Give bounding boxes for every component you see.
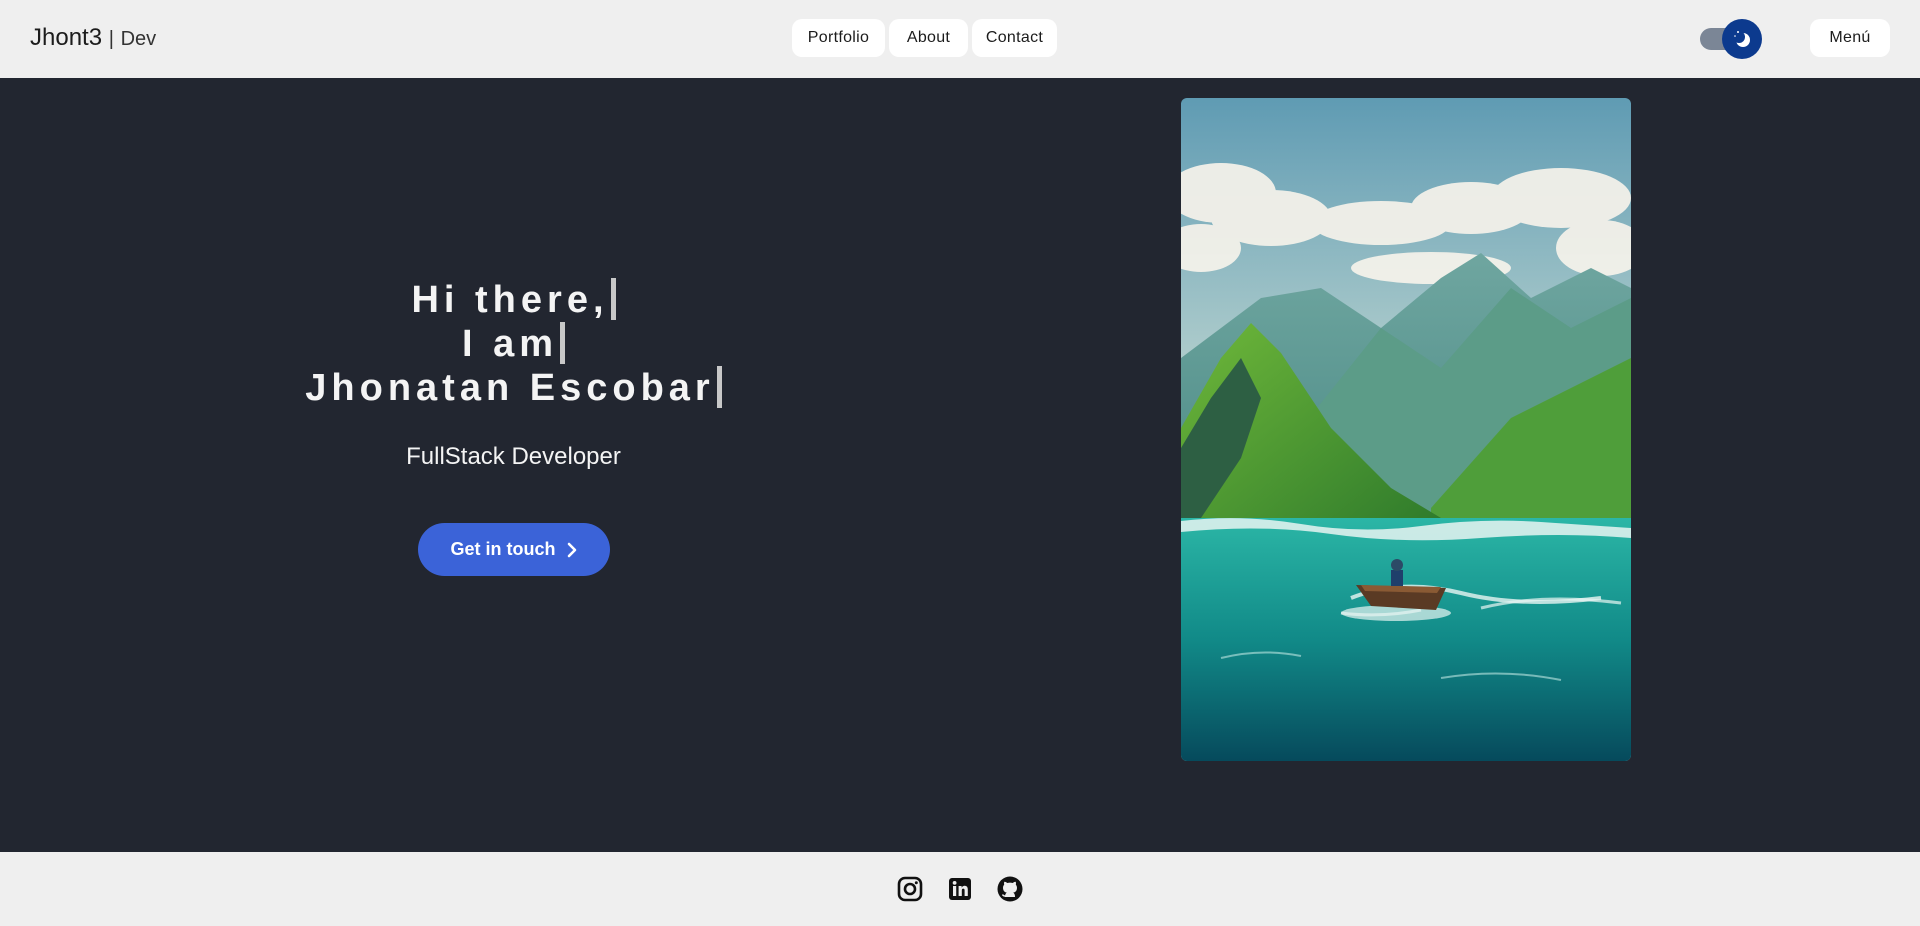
instagram-icon xyxy=(897,876,923,902)
brand-separator: | xyxy=(108,28,114,50)
theme-toggle[interactable] xyxy=(1700,19,1764,59)
greeting-text-3: Jhonatan Escobar xyxy=(305,367,715,409)
nav-portfolio-button[interactable]: Portfolio xyxy=(792,19,885,57)
typing-caret xyxy=(610,277,616,320)
cta-label: Get in touch xyxy=(450,539,556,559)
greeting-text-1: Hi there, xyxy=(411,279,609,321)
github-link[interactable] xyxy=(996,875,1024,903)
greeting-text-2: I am xyxy=(461,323,559,365)
brand-logo[interactable]: Jhont3 | Dev xyxy=(30,24,156,52)
moon-icon xyxy=(1733,31,1750,47)
hero-heading: Hi there, I am Jhonatan Escobar xyxy=(200,277,827,410)
main-nav: Portfolio About Contact xyxy=(792,19,1057,57)
github-icon xyxy=(997,876,1023,902)
greeting-line-1: Hi there, xyxy=(200,277,827,322)
footer xyxy=(0,852,1920,926)
linkedin-icon xyxy=(949,878,971,900)
greeting-line-3: Jhonatan Escobar xyxy=(200,365,827,410)
toggle-knob xyxy=(1722,19,1762,59)
typing-caret xyxy=(716,365,722,408)
brand-subtitle: Dev xyxy=(120,28,157,50)
boat-mountains-illustration xyxy=(1181,98,1631,761)
chevron-right-icon xyxy=(567,542,576,557)
role-subtitle: FullStack Developer xyxy=(406,443,621,470)
typing-caret xyxy=(560,321,566,364)
greeting-line-2: I am xyxy=(200,321,827,366)
brand-name: Jhont3 xyxy=(30,24,103,51)
nav-about-button[interactable]: About xyxy=(889,19,968,57)
linkedin-link[interactable] xyxy=(946,875,974,903)
nav-contact-button[interactable]: Contact xyxy=(972,19,1057,57)
header: Jhont3 | Dev Portfolio About Contact Men… xyxy=(0,0,1920,78)
get-in-touch-button[interactable]: Get in touch xyxy=(418,523,610,576)
instagram-link[interactable] xyxy=(896,875,924,903)
hero-illustration xyxy=(1181,98,1631,761)
menu-button[interactable]: Menú xyxy=(1810,19,1890,57)
